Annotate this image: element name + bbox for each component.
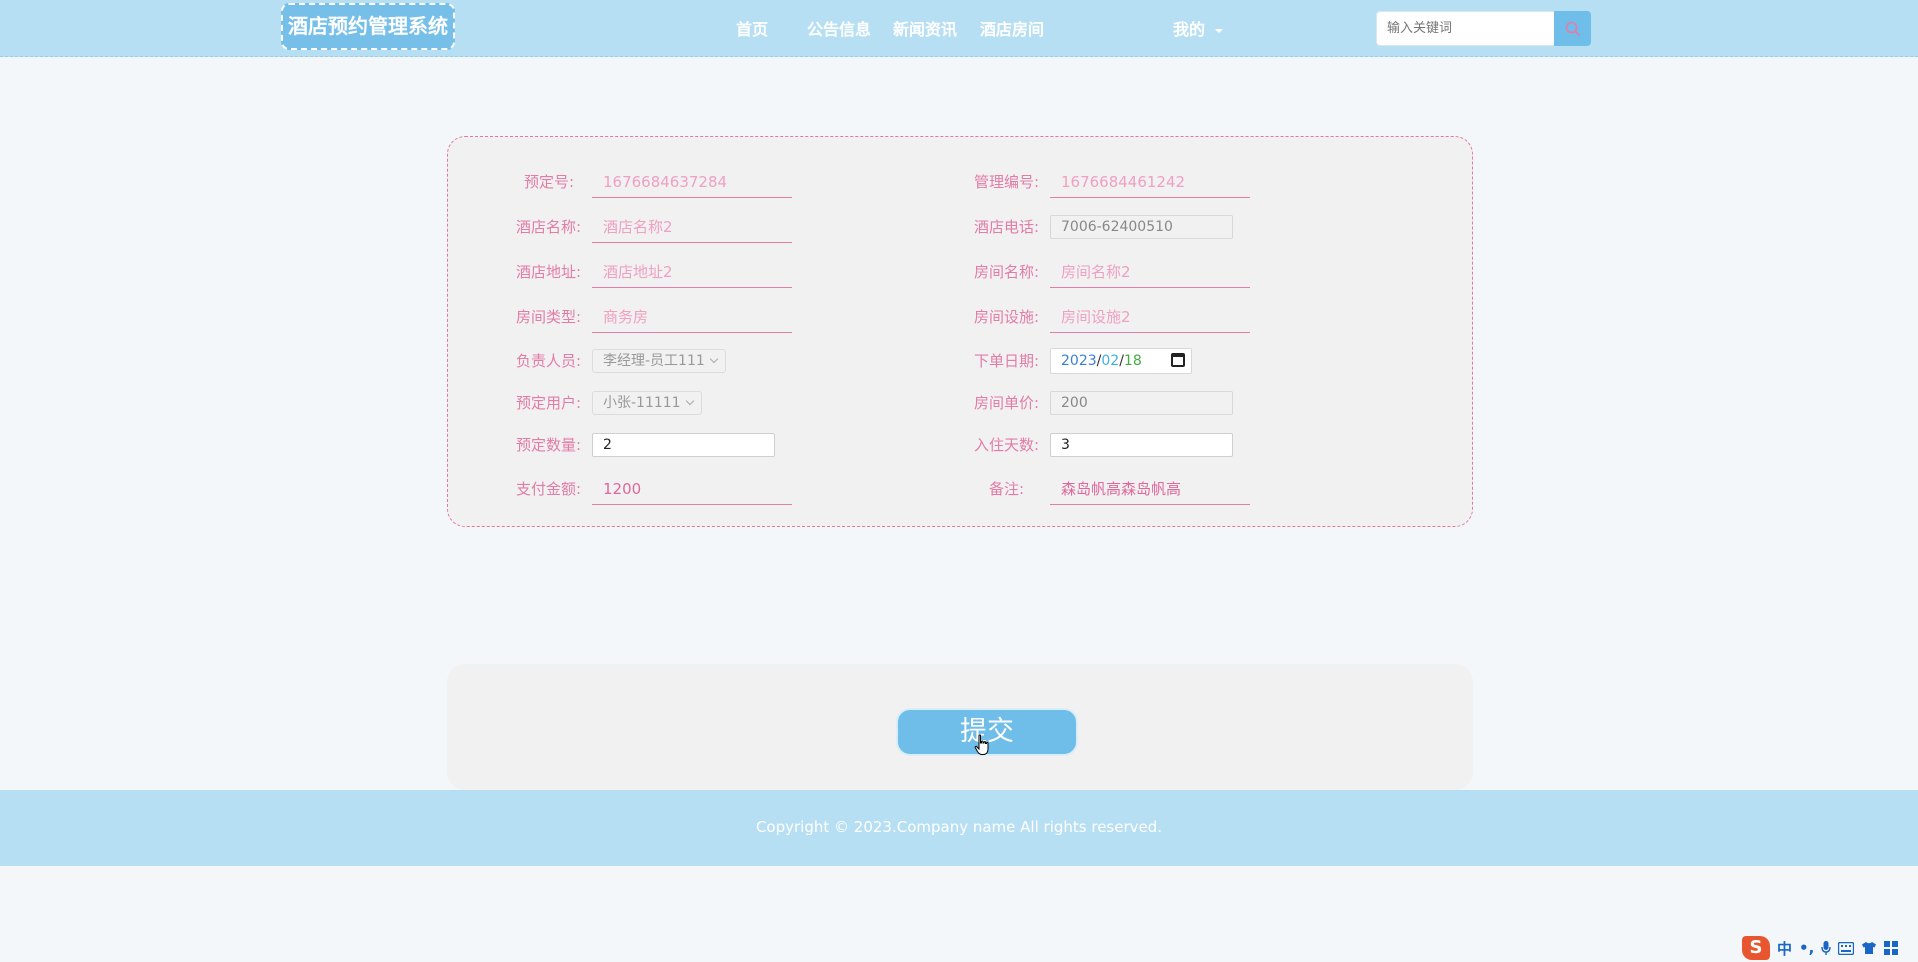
nav-home[interactable]: 首页: [736, 16, 768, 40]
nav-announcements[interactable]: 公告信息: [807, 16, 871, 40]
quantity-field[interactable]: 2: [592, 433, 775, 457]
search-input[interactable]: [1376, 11, 1554, 46]
toolbox-icon[interactable]: [1884, 941, 1899, 955]
unit-price-label: 房间单价:: [973, 394, 1039, 412]
skin-icon[interactable]: [1861, 941, 1877, 955]
amount-field[interactable]: 1200: [592, 473, 792, 505]
hotel-name-label: 酒店名称:: [515, 218, 581, 236]
room-type-label: 房间类型:: [515, 308, 581, 326]
search-icon: [1565, 21, 1580, 36]
hand-cursor-icon: [974, 734, 989, 755]
hotel-phone-label: 酒店电话:: [973, 218, 1039, 236]
hotel-name-field[interactable]: 酒店名称2: [592, 211, 792, 243]
hotel-phone-field[interactable]: 7006-62400510: [1050, 215, 1233, 239]
unit-price-field[interactable]: 200: [1050, 391, 1233, 415]
staff-label: 负责人员:: [515, 352, 581, 370]
room-facilities-label: 房间设施:: [973, 308, 1039, 326]
user-label: 预定用户:: [515, 394, 581, 412]
room-name-field[interactable]: 房间名称2: [1050, 256, 1250, 288]
manager-no-label: 管理编号:: [973, 173, 1039, 191]
search-button[interactable]: [1554, 11, 1591, 46]
caret-down-icon: [1215, 28, 1224, 33]
room-facilities-field[interactable]: 房间设施2: [1050, 301, 1250, 333]
user-value: 小张-11111: [603, 395, 681, 411]
date-day: 18: [1123, 353, 1142, 369]
page-footer: Copyright © 2023.Company name All rights…: [0, 790, 1918, 866]
ime-toolbar: S 中 •,: [1742, 936, 1899, 960]
remark-label: 备注:: [988, 480, 1024, 498]
date-year: 2023: [1061, 353, 1097, 369]
chevron-down-icon: [685, 396, 694, 406]
booking-no-field[interactable]: 1676684637284: [592, 166, 792, 198]
keyboard-icon[interactable]: [1838, 941, 1855, 955]
calendar-icon[interactable]: [1171, 353, 1185, 367]
room-type-field[interactable]: 商务房: [592, 301, 792, 333]
ime-language-toggle[interactable]: 中: [1777, 938, 1792, 959]
microphone-icon[interactable]: [1821, 940, 1832, 956]
order-date-label: 下单日期:: [973, 352, 1039, 370]
ime-punctuation-toggle[interactable]: •,: [1799, 939, 1814, 957]
chevron-down-icon: [709, 354, 719, 364]
sogou-logo-icon[interactable]: S: [1742, 936, 1770, 960]
staff-value: 李经理-员工111: [603, 353, 705, 369]
nav-hotel-rooms[interactable]: 酒店房间: [980, 16, 1044, 40]
staff-select[interactable]: 李经理-员工111: [592, 349, 726, 373]
site-logo[interactable]: 酒店预约管理系统: [281, 3, 455, 50]
mine-label: 我的: [1173, 20, 1206, 39]
copyright-text: Copyright © 2023.Company name All rights…: [755, 818, 1163, 836]
hotel-address-label: 酒店地址:: [515, 263, 581, 281]
room-name-label: 房间名称:: [973, 263, 1039, 281]
date-month: 02: [1101, 353, 1120, 369]
quantity-label: 预定数量:: [515, 436, 581, 454]
order-date-input[interactable]: 2023/02/18: [1050, 348, 1192, 374]
user-select[interactable]: 小张-11111: [592, 391, 702, 415]
top-header: 酒店预约管理系统 首页 公告信息 新闻资讯 酒店房间 我的: [0, 0, 1918, 57]
nights-field[interactable]: 3: [1050, 433, 1233, 457]
nav-news[interactable]: 新闻资讯: [893, 16, 957, 40]
hotel-address-field[interactable]: 酒店地址2: [592, 256, 792, 288]
amount-label: 支付金额:: [515, 480, 581, 498]
mine-dropdown[interactable]: 我的: [1173, 16, 1224, 40]
booking-no-label: 预定号:: [523, 173, 574, 191]
nights-label: 入住天数:: [973, 436, 1039, 454]
remark-field[interactable]: 森岛帆高森岛帆高: [1050, 473, 1250, 505]
manager-no-field[interactable]: 1676684461242: [1050, 166, 1250, 198]
